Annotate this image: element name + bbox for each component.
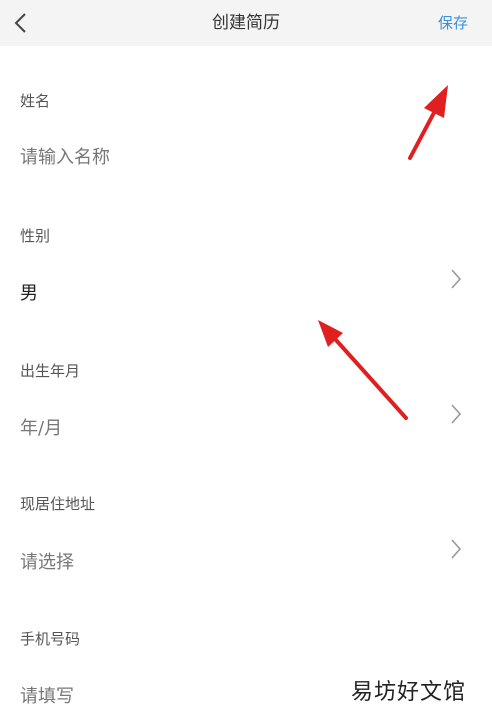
phone-label: 手机号码 <box>20 630 81 648</box>
address-value[interactable]: 请选择 <box>20 548 74 574</box>
phone-input[interactable]: 请填写 <box>20 682 74 708</box>
gender-label: 性别 <box>20 227 51 245</box>
chevron-right-icon <box>451 269 462 289</box>
birth-date-value[interactable]: 年/月 <box>20 414 62 440</box>
gender-value[interactable]: 男 <box>20 279 38 305</box>
back-button[interactable] <box>0 0 40 46</box>
chevron-right-icon <box>451 404 462 424</box>
name-input[interactable]: 请输入名称 <box>20 143 110 169</box>
gender-field[interactable]: 性别 男 <box>0 215 492 325</box>
address-field[interactable]: 现居住地址 请选择 <box>0 485 492 595</box>
name-label: 姓名 <box>20 92 51 110</box>
chevron-right-icon <box>451 539 462 559</box>
address-label: 现居住地址 <box>20 495 96 513</box>
birth-date-label: 出生年月 <box>20 362 81 380</box>
watermark: 易坊好文馆 <box>350 680 466 705</box>
birth-date-field[interactable]: 出生年月 年/月 <box>0 350 492 460</box>
page-title: 创建简历 <box>212 13 280 33</box>
name-field[interactable]: 姓名 请输入名称 <box>0 80 492 190</box>
save-button[interactable]: 保存 <box>438 0 468 46</box>
top-nav-bar: 创建简历 保存 <box>0 0 492 46</box>
chevron-left-icon <box>14 13 26 33</box>
